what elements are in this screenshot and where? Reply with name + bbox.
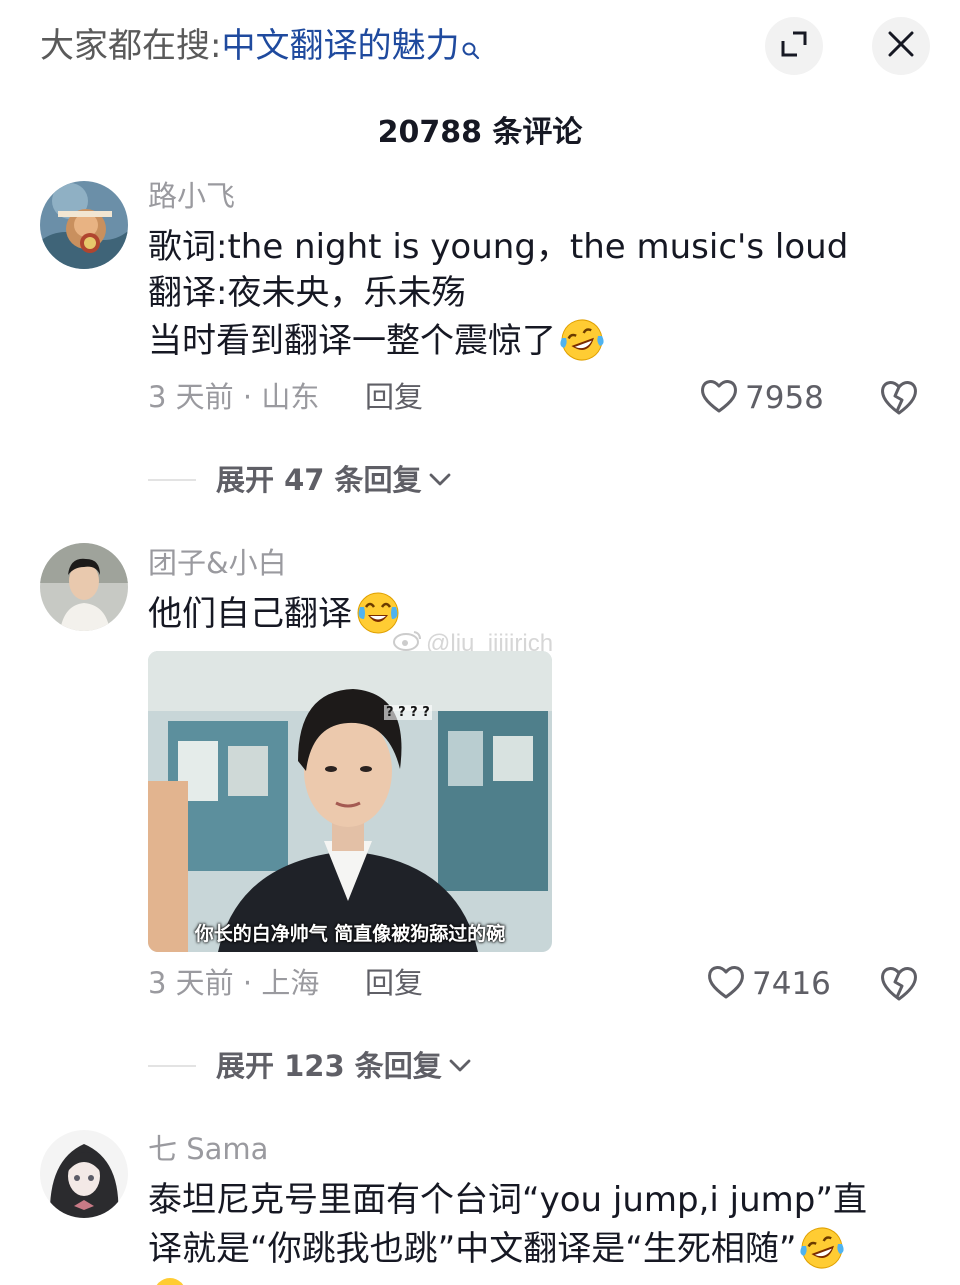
comment-text-line: 泰坦尼克号里面有个台词“you jump,i jump”直 bbox=[148, 1180, 867, 1220]
comment-username[interactable]: 路小飞 bbox=[148, 178, 235, 214]
comment-text: 当时看到翻译一整个震惊了 bbox=[148, 321, 556, 361]
heart-icon bbox=[706, 963, 746, 1005]
comment-text: 译就是“你跳我也跳”中文翻译是“生死相随” bbox=[148, 1229, 797, 1269]
expand-replies-label: 展开 123 条回复 bbox=[216, 1049, 442, 1083]
comment-username[interactable]: 七 Sama bbox=[148, 1131, 268, 1167]
broken-heart-icon bbox=[878, 381, 920, 421]
image-overlay-text: ? ? ? ? bbox=[384, 705, 432, 720]
image-subtitle: 你长的白净帅气 简直像被狗舔过的碗 bbox=[194, 923, 506, 945]
comment-username[interactable]: 团子&小白 bbox=[148, 545, 287, 581]
comment-text: 他们自己翻译 bbox=[148, 594, 352, 634]
heart-icon bbox=[699, 377, 739, 419]
header: 大家都在搜:中文翻译的魅力 bbox=[0, 0, 960, 95]
expand-replies-button[interactable]: 展开 47 条回复 bbox=[148, 462, 452, 498]
like-button[interactable]: 7416 bbox=[706, 963, 831, 1005]
rolling-laugh-emoji bbox=[558, 316, 606, 364]
expand-icon bbox=[779, 29, 809, 63]
comment-image[interactable]: ? ? ? ? 你长的白净帅气 简直像被狗舔过的碗 bbox=[148, 651, 552, 952]
search-suggestion-term[interactable]: 中文翻译的魅力 bbox=[221, 26, 459, 66]
comment-text-line: 歌词:the night is young，the music's loud bbox=[148, 227, 849, 267]
broken-heart-icon bbox=[878, 967, 920, 1007]
like-count: 7958 bbox=[745, 380, 824, 416]
search-icon bbox=[461, 28, 481, 72]
reply-button[interactable]: 回复 bbox=[365, 965, 423, 1001]
avatar[interactable] bbox=[40, 181, 128, 269]
expand-replies-label: 展开 47 条回复 bbox=[216, 463, 422, 497]
divider bbox=[148, 479, 196, 481]
comment-meta: 3 天前 · 上海 bbox=[148, 966, 320, 1000]
reply-button[interactable]: 回复 bbox=[365, 379, 423, 415]
chevron-down-icon bbox=[428, 472, 452, 492]
comment-text-line-with-emoji: 译就是“你跳我也跳”中文翻译是“生死相随” bbox=[148, 1226, 846, 1272]
dislike-button[interactable] bbox=[878, 377, 920, 417]
comment-meta: 3 天前 · 山东 bbox=[148, 380, 320, 414]
rolling-laugh-emoji bbox=[798, 1224, 846, 1272]
search-suggestion[interactable]: 大家都在搜:中文翻译的魅力 bbox=[40, 24, 481, 72]
dislike-button[interactable] bbox=[878, 963, 920, 1003]
close-button[interactable] bbox=[872, 17, 930, 75]
expand-button[interactable] bbox=[765, 17, 823, 75]
search-suggestion-prefix: 大家都在搜: bbox=[40, 26, 222, 66]
comment-count: 20788 条评论 bbox=[377, 115, 583, 150]
comment-text-line-with-emoji: 当时看到翻译一整个震惊了 bbox=[148, 318, 606, 364]
close-icon bbox=[887, 30, 915, 62]
comment-text-line-with-emoji: 他们自己翻译 bbox=[148, 591, 402, 637]
chevron-down-icon bbox=[448, 1058, 472, 1078]
like-button[interactable]: 7958 bbox=[699, 377, 824, 419]
comment-text-line: 翻译:夜未央，乐未殇 bbox=[148, 273, 466, 313]
expand-replies-button[interactable]: 展开 123 条回复 bbox=[148, 1048, 472, 1084]
avatar[interactable] bbox=[40, 1130, 128, 1218]
avatar[interactable] bbox=[40, 543, 128, 631]
like-count: 7416 bbox=[752, 966, 831, 1002]
divider bbox=[148, 1065, 196, 1067]
partial-emoji bbox=[150, 1272, 190, 1285]
